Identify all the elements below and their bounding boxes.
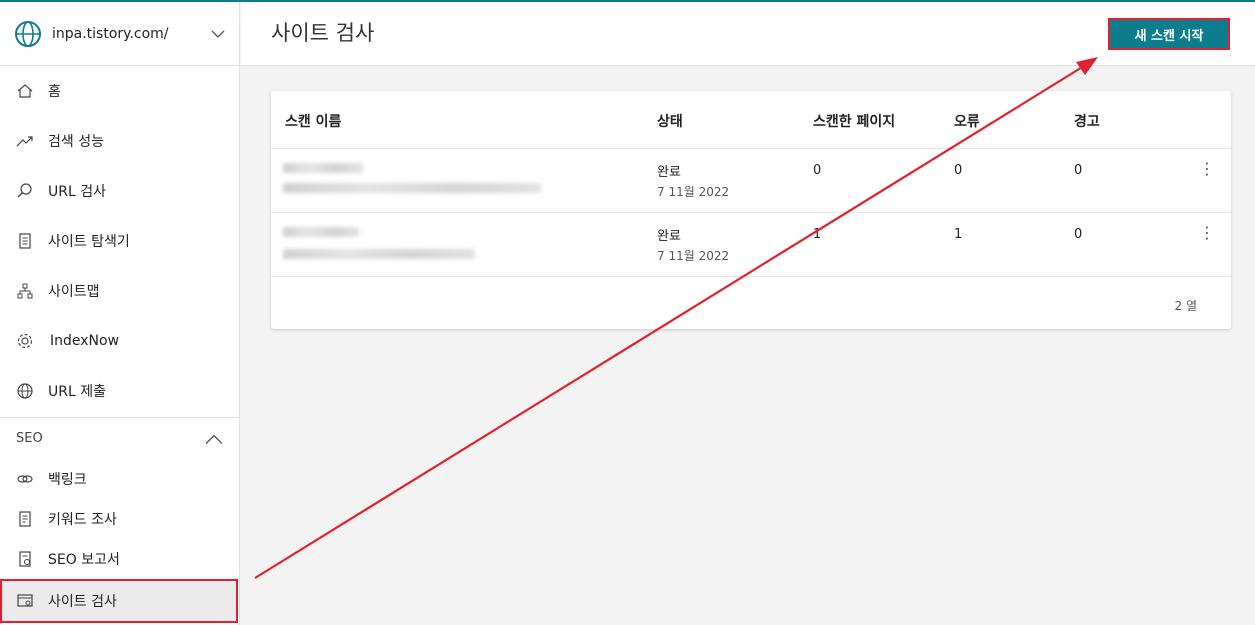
sidebar-item-indexnow[interactable]: IndexNow [0,316,239,366]
error-count: 1 [954,227,963,242]
trend-icon [16,136,33,147]
sidebar-item-sitemaps[interactable]: 사이트맵 [0,266,239,316]
seo-section-label: SEO [16,431,43,446]
report-icon [19,551,31,567]
sidebar-item-site-scan[interactable]: 사이트 검사 [0,579,238,623]
site-selector[interactable]: inpa.tistory.com/ [0,2,239,66]
link-icon [17,475,33,483]
page-header: 사이트 검사 새 스캔 시작 [241,2,1255,66]
column-header-status[interactable]: 상태 [657,111,683,131]
sidebar-item-backlinks[interactable]: 백링크 [0,459,239,499]
sidebar-item-label: URL 검사 [48,184,106,200]
sidebar-item-seo-reports[interactable]: SEO 보고서 [0,539,239,579]
pages-scanned: 0 [813,163,822,178]
column-header-warnings[interactable]: 경고 [1074,111,1100,131]
home-icon [17,84,33,98]
search-icon [17,183,32,198]
new-scan-button[interactable]: 새 스캔 시작 [1108,18,1230,50]
sidebar-item-label: 검색 성능 [48,134,104,150]
scan-date: 7 11월 2022 [657,185,730,199]
chevron-up-icon[interactable] [205,430,223,448]
blurred-scan-name [283,163,363,173]
sidebar-item-url-submission[interactable]: URL 제출 [0,366,239,416]
site-scan-icon [17,594,33,607]
list-icon [19,511,31,527]
globe-icon [15,20,41,47]
sidebar-item-label: SEO 보고서 [48,552,120,568]
sidebar-item-label: URL 제출 [48,384,106,400]
blurred-scan-url [283,249,475,259]
blurred-scan-url [283,183,541,193]
table-row[interactable]: 완료 7 11월 2022 0 0 0 ⋮ [271,149,1231,213]
sidebar-item-label: 사이트 검사 [48,594,117,610]
warning-count: 0 [1074,163,1083,178]
error-count: 0 [954,163,963,178]
table-header: 스캔 이름 상태 스캔한 페이지 오류 경고 [271,91,1231,149]
scan-date: 7 11월 2022 [657,249,730,263]
column-header-pages-scanned[interactable]: 스캔한 페이지 [813,111,895,131]
seo-section-header[interactable]: SEO [0,417,239,459]
row-count: 2 열 [1174,299,1198,313]
column-header-scan-name[interactable]: 스캔 이름 [285,111,341,131]
chevron-down-icon[interactable] [211,27,225,41]
sidebar-item-url-inspection[interactable]: URL 검사 [0,166,239,216]
sidebar-item-label: 키워드 조사 [48,512,117,528]
column-header-errors[interactable]: 오류 [954,111,980,131]
status-text: 완료 [657,229,681,244]
sidebar-item-label: 백링크 [48,472,87,488]
page-title: 사이트 검사 [271,21,375,45]
status-text: 완료 [657,165,681,180]
document-icon [19,233,31,249]
sidebar-item-keyword-research[interactable]: 키워드 조사 [0,499,239,539]
sidebar-item-search-performance[interactable]: 검색 성능 [0,116,239,166]
globe-icon [17,383,33,399]
table-row[interactable]: 완료 7 11월 2022 1 1 0 ⋮ [271,213,1231,277]
site-url: inpa.tistory.com/ [52,25,169,42]
warning-count: 0 [1074,227,1083,242]
pages-scanned: 1 [813,227,822,242]
sidebar-item-home[interactable]: 홈 [0,66,239,116]
scan-table: 스캔 이름 상태 스캔한 페이지 오류 경고 완료 7 11월 2022 0 0… [271,91,1231,329]
sidebar-item-label: 홈 [48,84,61,100]
sidebar-item-label: IndexNow [50,333,120,349]
sidebar-item-label: 사이트 탐색기 [48,234,130,250]
sidebar-item-label: 사이트맵 [48,284,100,300]
more-options-icon[interactable]: ⋮ [1199,159,1215,178]
gear-icon [17,333,33,349]
sidebar: inpa.tistory.com/ 홈 검색 성능 URL 검사 사이트 탐색기… [0,2,240,625]
more-options-icon[interactable]: ⋮ [1199,223,1215,242]
blurred-scan-name [283,227,359,237]
sitemap-icon [17,283,33,299]
sidebar-item-site-explorer[interactable]: 사이트 탐색기 [0,216,239,266]
